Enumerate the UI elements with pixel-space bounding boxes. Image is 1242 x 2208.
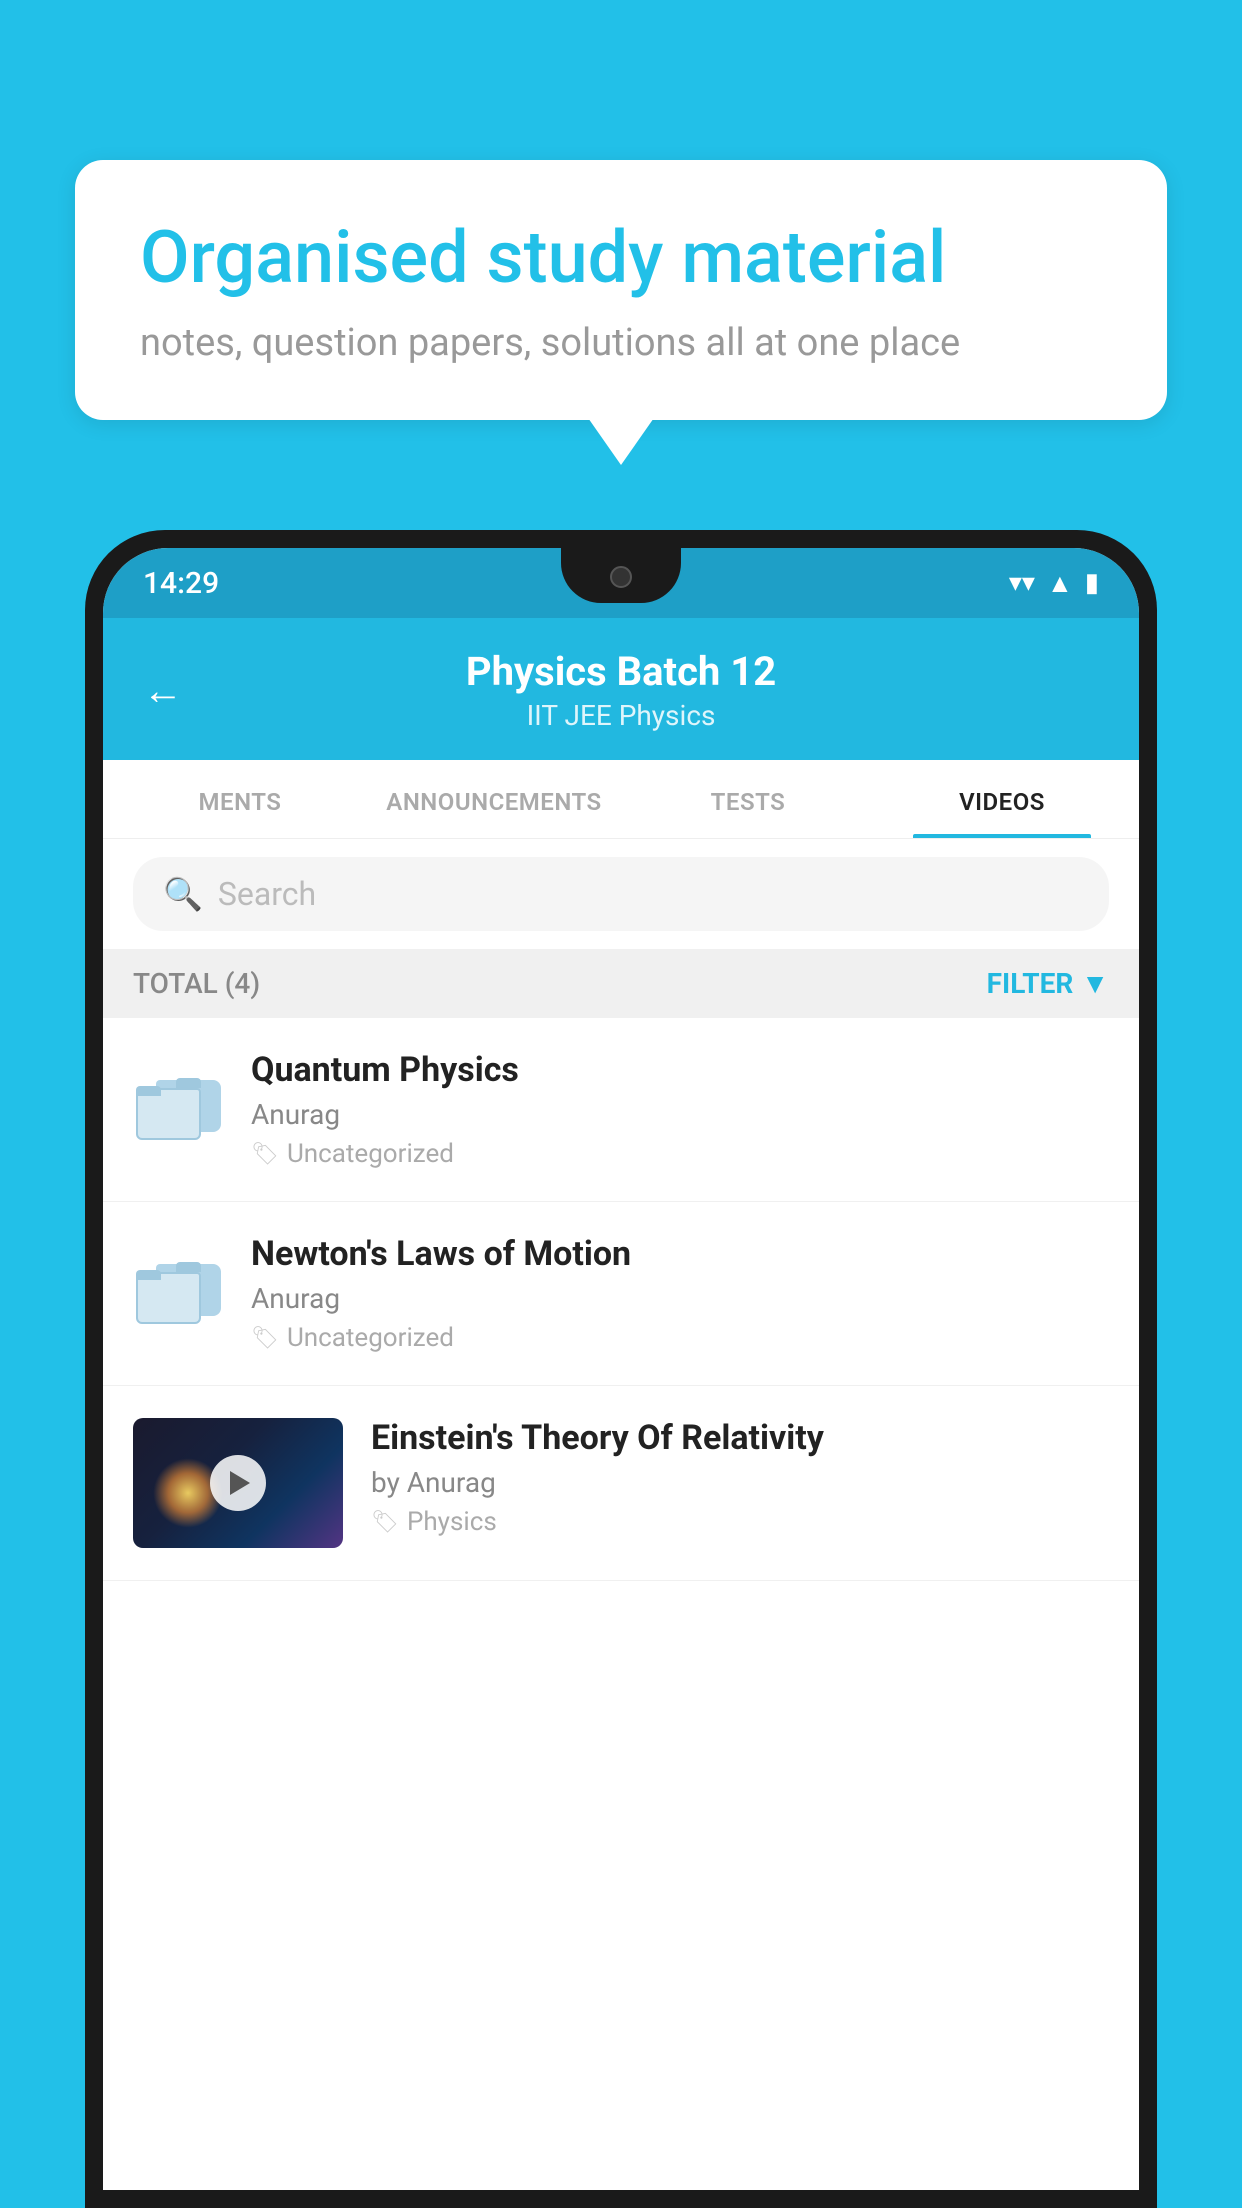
item-info-einstein: Einstein's Theory Of Relativity by Anura…	[371, 1418, 1109, 1537]
search-container: 🔍 Search	[103, 839, 1139, 949]
video-thumbnail-einstein	[133, 1418, 343, 1548]
total-count: TOTAL (4)	[133, 967, 260, 1000]
item-tag: 🏷 Physics	[371, 1507, 1109, 1537]
app-header: ← Physics Batch 12 IIT JEE Physics	[103, 618, 1139, 760]
speech-bubble: Organised study material notes, question…	[75, 160, 1167, 420]
search-input[interactable]: Search	[218, 875, 316, 913]
bubble-title: Organised study material	[140, 215, 1102, 301]
item-title: Quantum Physics	[251, 1050, 1109, 1090]
bubble-subtitle: notes, question papers, solutions all at…	[140, 321, 1102, 365]
tag-icon: 🏷	[251, 1142, 279, 1167]
header-center: Physics Batch 12 IIT JEE Physics	[213, 648, 1029, 732]
item-author: Anurag	[251, 1282, 1109, 1315]
status-bar: 14:29 ▾▾ ▲ ▮	[103, 548, 1139, 618]
list-item[interactable]: Einstein's Theory Of Relativity by Anura…	[103, 1386, 1139, 1581]
video-list: Quantum Physics Anurag 🏷 Uncategorized	[103, 1018, 1139, 1581]
play-button[interactable]	[210, 1455, 266, 1511]
filter-bar: TOTAL (4) FILTER ▼	[103, 949, 1139, 1018]
tab-videos[interactable]: VIDEOS	[875, 760, 1129, 838]
signal-icon: ▲	[1047, 568, 1073, 599]
status-time: 14:29	[143, 566, 219, 601]
phone-screen: 14:29 ▾▾ ▲ ▮ ← Physics Batch 12 IIT JEE …	[103, 548, 1139, 2190]
item-author: Anurag	[251, 1098, 1109, 1131]
list-item[interactable]: Newton's Laws of Motion Anurag 🏷 Uncateg…	[103, 1202, 1139, 1386]
header-subtitle: IIT JEE Physics	[213, 699, 1029, 732]
tab-tests[interactable]: TESTS	[621, 760, 875, 838]
wifi-icon: ▾▾	[1009, 568, 1035, 598]
search-box[interactable]: 🔍 Search	[133, 857, 1109, 931]
item-tag: 🏷 Uncategorized	[251, 1323, 1109, 1353]
filter-icon: ▼	[1081, 967, 1109, 1000]
tab-ments[interactable]: MENTS	[113, 760, 367, 838]
item-info-quantum: Quantum Physics Anurag 🏷 Uncategorized	[251, 1050, 1109, 1169]
battery-icon: ▮	[1085, 568, 1099, 598]
filter-button[interactable]: FILTER ▼	[987, 967, 1109, 1000]
tab-bar: MENTS ANNOUNCEMENTS TESTS VIDEOS	[103, 760, 1139, 839]
list-item[interactable]: Quantum Physics Anurag 🏷 Uncategorized	[103, 1018, 1139, 1202]
item-info-newton: Newton's Laws of Motion Anurag 🏷 Uncateg…	[251, 1234, 1109, 1353]
tag-icon: 🏷	[371, 1510, 399, 1535]
item-title: Einstein's Theory Of Relativity	[371, 1418, 1109, 1458]
tab-announcements[interactable]: ANNOUNCEMENTS	[367, 760, 621, 838]
item-tag: 🏷 Uncategorized	[251, 1139, 1109, 1169]
folder-icon-newton	[133, 1239, 223, 1329]
phone-mockup: 14:29 ▾▾ ▲ ▮ ← Physics Batch 12 IIT JEE …	[85, 530, 1157, 2208]
status-icons: ▾▾ ▲ ▮	[1009, 568, 1099, 599]
back-button[interactable]: ←	[143, 667, 183, 714]
notch	[561, 548, 681, 603]
camera-notch	[610, 566, 632, 588]
item-title: Newton's Laws of Motion	[251, 1234, 1109, 1274]
item-author: by Anurag	[371, 1466, 1109, 1499]
folder-icon-quantum	[133, 1055, 223, 1145]
header-title: Physics Batch 12	[213, 648, 1029, 695]
tag-icon: 🏷	[251, 1326, 279, 1351]
play-icon	[230, 1471, 250, 1495]
search-icon: 🔍	[163, 875, 203, 913]
